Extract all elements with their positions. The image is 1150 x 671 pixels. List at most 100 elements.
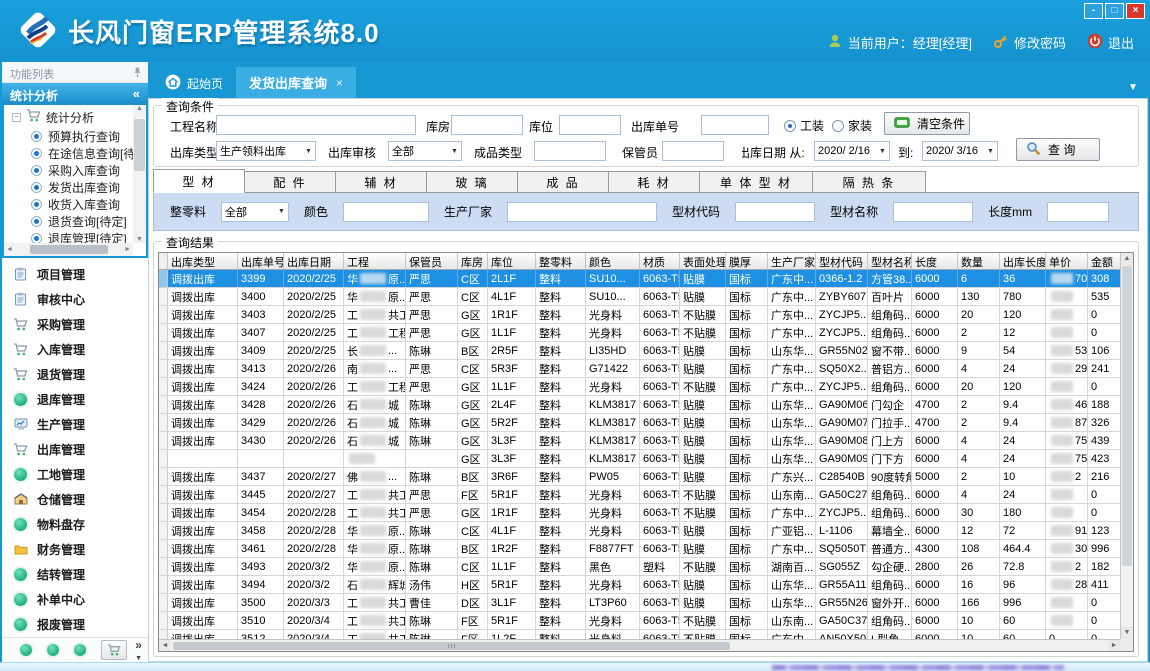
column-header[interactable]: 型材名称 <box>868 253 912 269</box>
sidebar-item-仓储管理[interactable]: 仓储管理 <box>2 487 148 512</box>
tree-vscroll-thumb[interactable] <box>134 119 145 171</box>
column-header[interactable]: 膜厚 <box>726 253 768 269</box>
warehouse-input[interactable] <box>451 115 523 135</box>
scroll-down-icon[interactable]: ▼ <box>133 236 146 243</box>
column-header[interactable]: 长度 <box>912 253 958 269</box>
sidebar-item-退货管理[interactable]: 退货管理 <box>2 362 148 387</box>
material-tab-3[interactable]: 辅 材 <box>335 171 427 193</box>
sidebar-item-结转管理[interactable]: 结转管理 <box>2 562 148 587</box>
location-input[interactable] <box>559 115 621 135</box>
material-tab-2[interactable]: 配 件 <box>244 171 336 193</box>
scroll-left-icon[interactable]: ◄ <box>6 246 13 253</box>
sidebar-item-项目管理[interactable]: 项目管理 <box>2 262 148 287</box>
table-row[interactable]: 调拨出库34282020/2/26石城陈琳G区2L4F整料KLM38176063… <box>159 396 1120 414</box>
scroll-left-icon[interactable]: ◄ <box>159 640 171 651</box>
dot-icon[interactable] <box>74 644 86 656</box>
scroll-up-icon[interactable]: ▲ <box>1121 253 1133 265</box>
grid-hscroll-thumb[interactable] <box>173 642 730 650</box>
search-button[interactable]: 查 询 <box>1016 138 1100 161</box>
material-tab-1[interactable]: 型 材 <box>153 169 245 193</box>
scroll-down-icon[interactable]: ▼ <box>1121 627 1133 639</box>
table-row[interactable]: 调拨出库34932020/3/2华原...陈琳C区1L1F整料黑色塑料不贴膜国标… <box>159 558 1120 576</box>
pin-icon[interactable] <box>133 66 142 81</box>
table-row[interactable]: 调拨出库35102020/3/4工共工程陈琳F区5R1F整料光身料6063-T5… <box>159 612 1120 630</box>
sidebar-item-退库管理[interactable]: 退库管理 <box>2 387 148 412</box>
tree-hscroll-thumb[interactable] <box>30 245 108 254</box>
tree-vertical-scrollbar[interactable]: ▲ ▼ <box>133 105 146 243</box>
table-row[interactable]: 调拨出库34452020/2/27工共工程严思F区5R1F整料光身料6063-T… <box>159 486 1120 504</box>
close-button[interactable]: × <box>1126 3 1145 19</box>
column-header[interactable]: 库房 <box>458 253 488 269</box>
column-header[interactable]: 整零料 <box>536 253 586 269</box>
tree-item[interactable]: 发货出库查询 <box>4 179 146 196</box>
stats-section-header[interactable]: 统计分析 « <box>2 83 148 105</box>
tree-item[interactable]: 收货入库查询 <box>4 196 146 213</box>
sidebar-item-生产管理[interactable]: 生产管理 <box>2 412 148 437</box>
material-tab-5[interactable]: 成 品 <box>517 171 609 193</box>
column-header[interactable]: 数量 <box>958 253 1000 269</box>
length-input[interactable] <box>1047 202 1109 222</box>
tree-root-node[interactable]: − 统计分析 <box>4 105 146 128</box>
collapse-icon[interactable]: « <box>133 86 140 101</box>
table-row[interactable]: 调拨出库34002020/2/25华原...严思C区4L1F整料SU10...6… <box>159 288 1120 306</box>
table-row[interactable]: 调拨出库34542020/2/28工共工程严思G区1R1F整料光身料6063-T… <box>159 504 1120 522</box>
scroll-right-icon[interactable]: ► <box>1108 640 1120 651</box>
material-tab-7[interactable]: 单 体 型 材 <box>699 171 813 193</box>
dot-icon[interactable] <box>47 644 59 656</box>
material-tab-8[interactable]: 隔 热 条 <box>812 171 926 193</box>
table-row[interactable]: 调拨出库34612020/2/28华原...陈琳B区1R2F整料F8877FT6… <box>159 540 1120 558</box>
profile-code-input[interactable] <box>735 202 815 222</box>
tab-close-icon[interactable]: × <box>336 76 343 90</box>
tab-shipping-query[interactable]: 发货出库查询 × <box>236 67 356 98</box>
table-row[interactable]: 调拨出库35002020/3/3工共工程曹佳D区3L1F整料LT3P606063… <box>159 594 1120 612</box>
whole-piece-dropdown[interactable]: 全部 ▼ <box>221 202 289 222</box>
column-header[interactable]: 颜色 <box>586 253 640 269</box>
sidebar-item-入库管理[interactable]: 入库管理 <box>2 337 148 362</box>
tree-expander-icon[interactable]: − <box>12 113 21 122</box>
tree-item[interactable]: 预算执行查询 <box>4 128 146 145</box>
column-header[interactable]: 出库日期 <box>284 253 344 269</box>
table-row[interactable]: 调拨出库33992020/2/25华原...严思C区2L1F整料SU10...6… <box>159 270 1120 288</box>
cart-shortcut-button[interactable] <box>101 640 127 660</box>
scroll-up-icon[interactable]: ▲ <box>133 105 146 112</box>
column-header[interactable]: 出库类型 <box>168 253 238 269</box>
table-row[interactable]: 调拨出库34132020/2/26南...严思C区5R3F整料G71422606… <box>159 360 1120 378</box>
chevron-more-icon[interactable]: »▼ <box>135 640 142 664</box>
tree-item[interactable]: 采购入库查询 <box>4 162 146 179</box>
sidebar-item-补单中心[interactable]: 补单中心 <box>2 587 148 612</box>
minimize-button[interactable]: - <box>1084 3 1103 19</box>
table-row[interactable]: 调拨出库34582020/2/28华原...陈琳C区4L1F整料光身料6063-… <box>159 522 1120 540</box>
tree-item[interactable]: 在途信息查询[待 <box>4 145 146 162</box>
product-type-input[interactable] <box>534 141 606 161</box>
table-row[interactable]: 调拨出库34032020/2/25工共工程严思G区1R1F整料光身料6063-T… <box>159 306 1120 324</box>
sidebar-item-工地管理[interactable]: 工地管理 <box>2 462 148 487</box>
sidebar-item-出库管理[interactable]: 出库管理 <box>2 437 148 462</box>
order-no-input[interactable] <box>701 115 769 135</box>
table-row[interactable]: 调拨出库34942020/3/2石辉城汤伟H区5R1F整料光身料6063-T5贴… <box>159 576 1120 594</box>
clear-conditions-button[interactable]: 清空条件 <box>884 112 970 135</box>
tab-home[interactable]: 起始页 <box>152 68 236 98</box>
column-header[interactable]: 保管员 <box>406 253 458 269</box>
audit-dropdown[interactable]: 全部 ▼ <box>388 141 462 161</box>
grid-vscroll-thumb[interactable] <box>1122 266 1132 566</box>
outbound-type-dropdown[interactable]: 生产领料出库 ▼ <box>216 141 316 161</box>
maximize-button[interactable]: □ <box>1105 3 1124 19</box>
column-header[interactable]: 生产厂家 <box>768 253 816 269</box>
table-row[interactable]: 调拨出库34302020/2/26石城陈琳G区3L3F整料KLM38176063… <box>159 432 1120 450</box>
column-header[interactable]: 库位 <box>488 253 536 269</box>
radio-gongzhuang[interactable]: 工装 <box>784 117 824 134</box>
column-header[interactable]: 材质 <box>640 253 680 269</box>
sidebar-item-物料盘存[interactable]: 物料盘存 <box>2 512 148 537</box>
factory-input[interactable] <box>507 202 657 222</box>
sidebar-item-报废管理[interactable]: 报废管理 <box>2 612 148 637</box>
dot-icon[interactable] <box>20 644 32 656</box>
project-name-input[interactable] <box>216 115 416 135</box>
logout-button[interactable]: 退出 <box>1087 33 1134 52</box>
change-password-button[interactable]: 修改密码 <box>993 33 1066 52</box>
table-row[interactable]: 调拨出库34242020/2/26工工程严思G区1L1F整料光身料6063-T5… <box>159 378 1120 396</box>
date-from-picker[interactable]: 2020/ 2/16 ▼ <box>814 141 890 161</box>
column-header[interactable]: 工程 <box>344 253 406 269</box>
keeper-input[interactable] <box>662 141 724 161</box>
table-row[interactable]: 调拨出库34292020/2/26石城陈琳G区5R2F整料KLM38176063… <box>159 414 1120 432</box>
date-to-picker[interactable]: 2020/ 3/16 ▼ <box>922 141 998 161</box>
